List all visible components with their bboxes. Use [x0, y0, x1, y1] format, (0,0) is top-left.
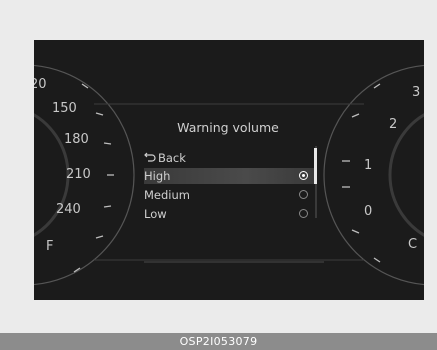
instrument-cluster-display: 20 150 180 210 240 F 3 2 1 0 C Warning v…: [34, 40, 424, 300]
left-gauge-label-20: 20: [34, 77, 47, 92]
option-label: High: [144, 169, 171, 183]
radio-empty-icon: [299, 190, 308, 199]
menu-title: Warning volume: [177, 120, 279, 135]
menu-option-high[interactable]: High: [144, 168, 314, 184]
option-label: Medium: [144, 188, 190, 202]
menu-option-low[interactable]: Low: [144, 206, 314, 222]
figure-caption: OSP2I053079: [179, 335, 258, 348]
option-label: Low: [144, 207, 167, 221]
menu-scrollbar-thumb[interactable]: [314, 148, 317, 184]
right-gauge-label-2: 2: [389, 117, 398, 132]
left-gauge-label-210: 210: [66, 167, 91, 182]
right-gauge-ticks: [342, 83, 381, 263]
right-gauge-label-c: C: [408, 237, 418, 252]
menu-back-item[interactable]: Back: [144, 150, 314, 166]
radio-selected-icon: [299, 171, 308, 180]
right-gauge-arc: [323, 64, 424, 286]
left-gauge-label-180: 180: [64, 132, 89, 147]
right-gauge-label-3: 3: [412, 85, 421, 100]
back-arrow-icon: [144, 150, 158, 166]
left-gauge-inner-arc: [34, 113, 70, 237]
caption-bar: OSP2I053079: [0, 333, 437, 350]
left-gauge-label-240: 240: [56, 202, 81, 217]
radio-empty-icon: [299, 209, 308, 218]
left-gauge-label-f: F: [46, 239, 54, 254]
back-label: Back: [158, 151, 186, 165]
right-gauge-label-0: 0: [364, 204, 373, 219]
right-gauge-label-1: 1: [364, 158, 373, 173]
menu-option-medium[interactable]: Medium: [144, 187, 314, 203]
left-gauge-label-150: 150: [52, 101, 77, 116]
